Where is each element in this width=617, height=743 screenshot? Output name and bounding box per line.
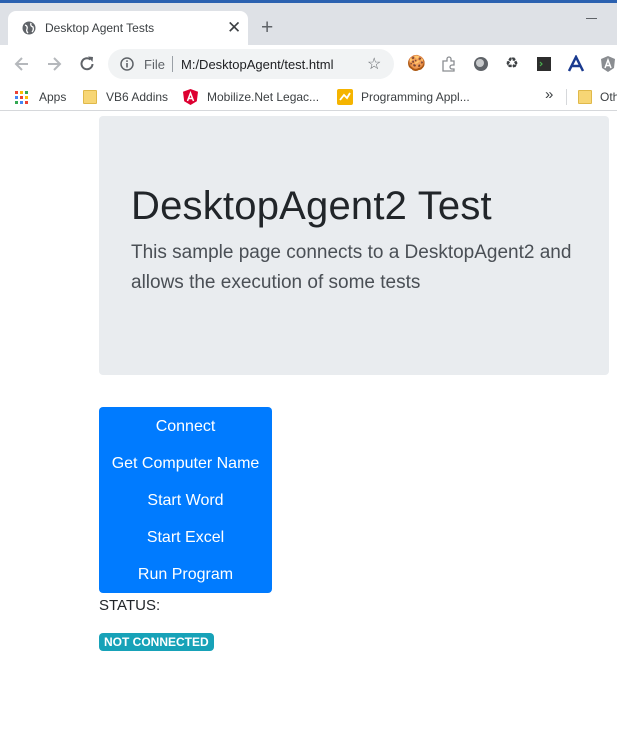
action-button-group: Connect Get Computer Name Start Word Sta… (99, 407, 272, 593)
bookmark-vb6-addins[interactable]: VB6 Addins (83, 88, 173, 106)
tab-title: Desktop Agent Tests (45, 21, 155, 35)
tab-desktop-agent-tests[interactable]: Desktop Agent Tests ✕ (8, 11, 248, 45)
connect-button[interactable]: Connect (99, 408, 272, 445)
new-tab-button[interactable]: + (261, 17, 273, 38)
back-arrow-icon[interactable] (12, 54, 32, 74)
globe-icon (22, 21, 36, 35)
run-program-button[interactable]: Run Program (99, 556, 272, 593)
recycle-extension-icon[interactable]: ♻ (503, 55, 521, 73)
url-scheme: File (144, 57, 165, 72)
page-title: DesktopAgent2 Test (131, 184, 492, 228)
bookmark-other[interactable]: Oth (578, 88, 617, 106)
bookmark-apps[interactable]: Apps (15, 88, 75, 106)
bookmark-label: Mobilize.Net Legac... (207, 90, 320, 104)
address-bar[interactable]: File M:/DesktopAgent/test.html ☆ (108, 49, 394, 79)
forward-arrow-icon[interactable] (44, 54, 64, 74)
bookmark-icon (337, 89, 353, 105)
status-badge: NOT CONNECTED (99, 633, 214, 651)
folder-icon (578, 90, 592, 104)
address-separator (172, 56, 173, 72)
bookmark-label: Programming Appl... (361, 90, 470, 104)
circle-extension-icon[interactable] (472, 55, 490, 73)
bookmark-programming[interactable]: Programming Appl... (337, 88, 477, 106)
puzzle-extension-icon[interactable] (440, 55, 458, 73)
apps-grid-icon (15, 91, 28, 104)
bookmark-label: Oth (600, 90, 617, 104)
a-logo-extension-icon[interactable] (567, 55, 585, 73)
bookmarks-separator (566, 89, 567, 105)
page-description: This sample page connects to a DesktopAg… (131, 242, 572, 293)
browser-toolbar: File M:/DesktopAgent/test.html ☆ 🍪 ♻ (0, 45, 617, 83)
info-icon[interactable] (120, 57, 134, 71)
bookmark-label: Apps (39, 90, 67, 104)
angular-icon (183, 89, 198, 105)
tab-strip: Desktop Agent Tests ✕ + (0, 3, 617, 45)
status-label: STATUS: (99, 597, 161, 614)
minimize-window-icon[interactable] (586, 18, 597, 19)
start-excel-button[interactable]: Start Excel (99, 519, 272, 556)
folder-icon (83, 90, 97, 104)
close-tab-icon[interactable]: ✕ (227, 19, 241, 36)
jumbotron: DesktopAgent2 Test This sample page conn… (99, 116, 609, 375)
get-computer-name-button[interactable]: Get Computer Name (99, 445, 272, 482)
bookmark-star-icon[interactable]: ☆ (367, 54, 381, 74)
start-word-button[interactable]: Start Word (99, 482, 272, 519)
bookmarks-bar: Apps VB6 Addins Mobilize.Net Legac... Pr… (0, 83, 617, 111)
cookie-extension-icon[interactable]: 🍪 (407, 55, 426, 73)
angular-extension-icon[interactable] (599, 55, 617, 73)
bookmarks-overflow-icon[interactable]: » (545, 86, 553, 104)
bookmark-mobilize-net[interactable]: Mobilize.Net Legac... (183, 88, 323, 106)
terminal-extension-icon[interactable] (535, 55, 553, 73)
bookmark-label: VB6 Addins (106, 90, 169, 104)
reload-icon[interactable] (77, 54, 97, 74)
url-text[interactable]: M:/DesktopAgent/test.html (181, 57, 333, 72)
